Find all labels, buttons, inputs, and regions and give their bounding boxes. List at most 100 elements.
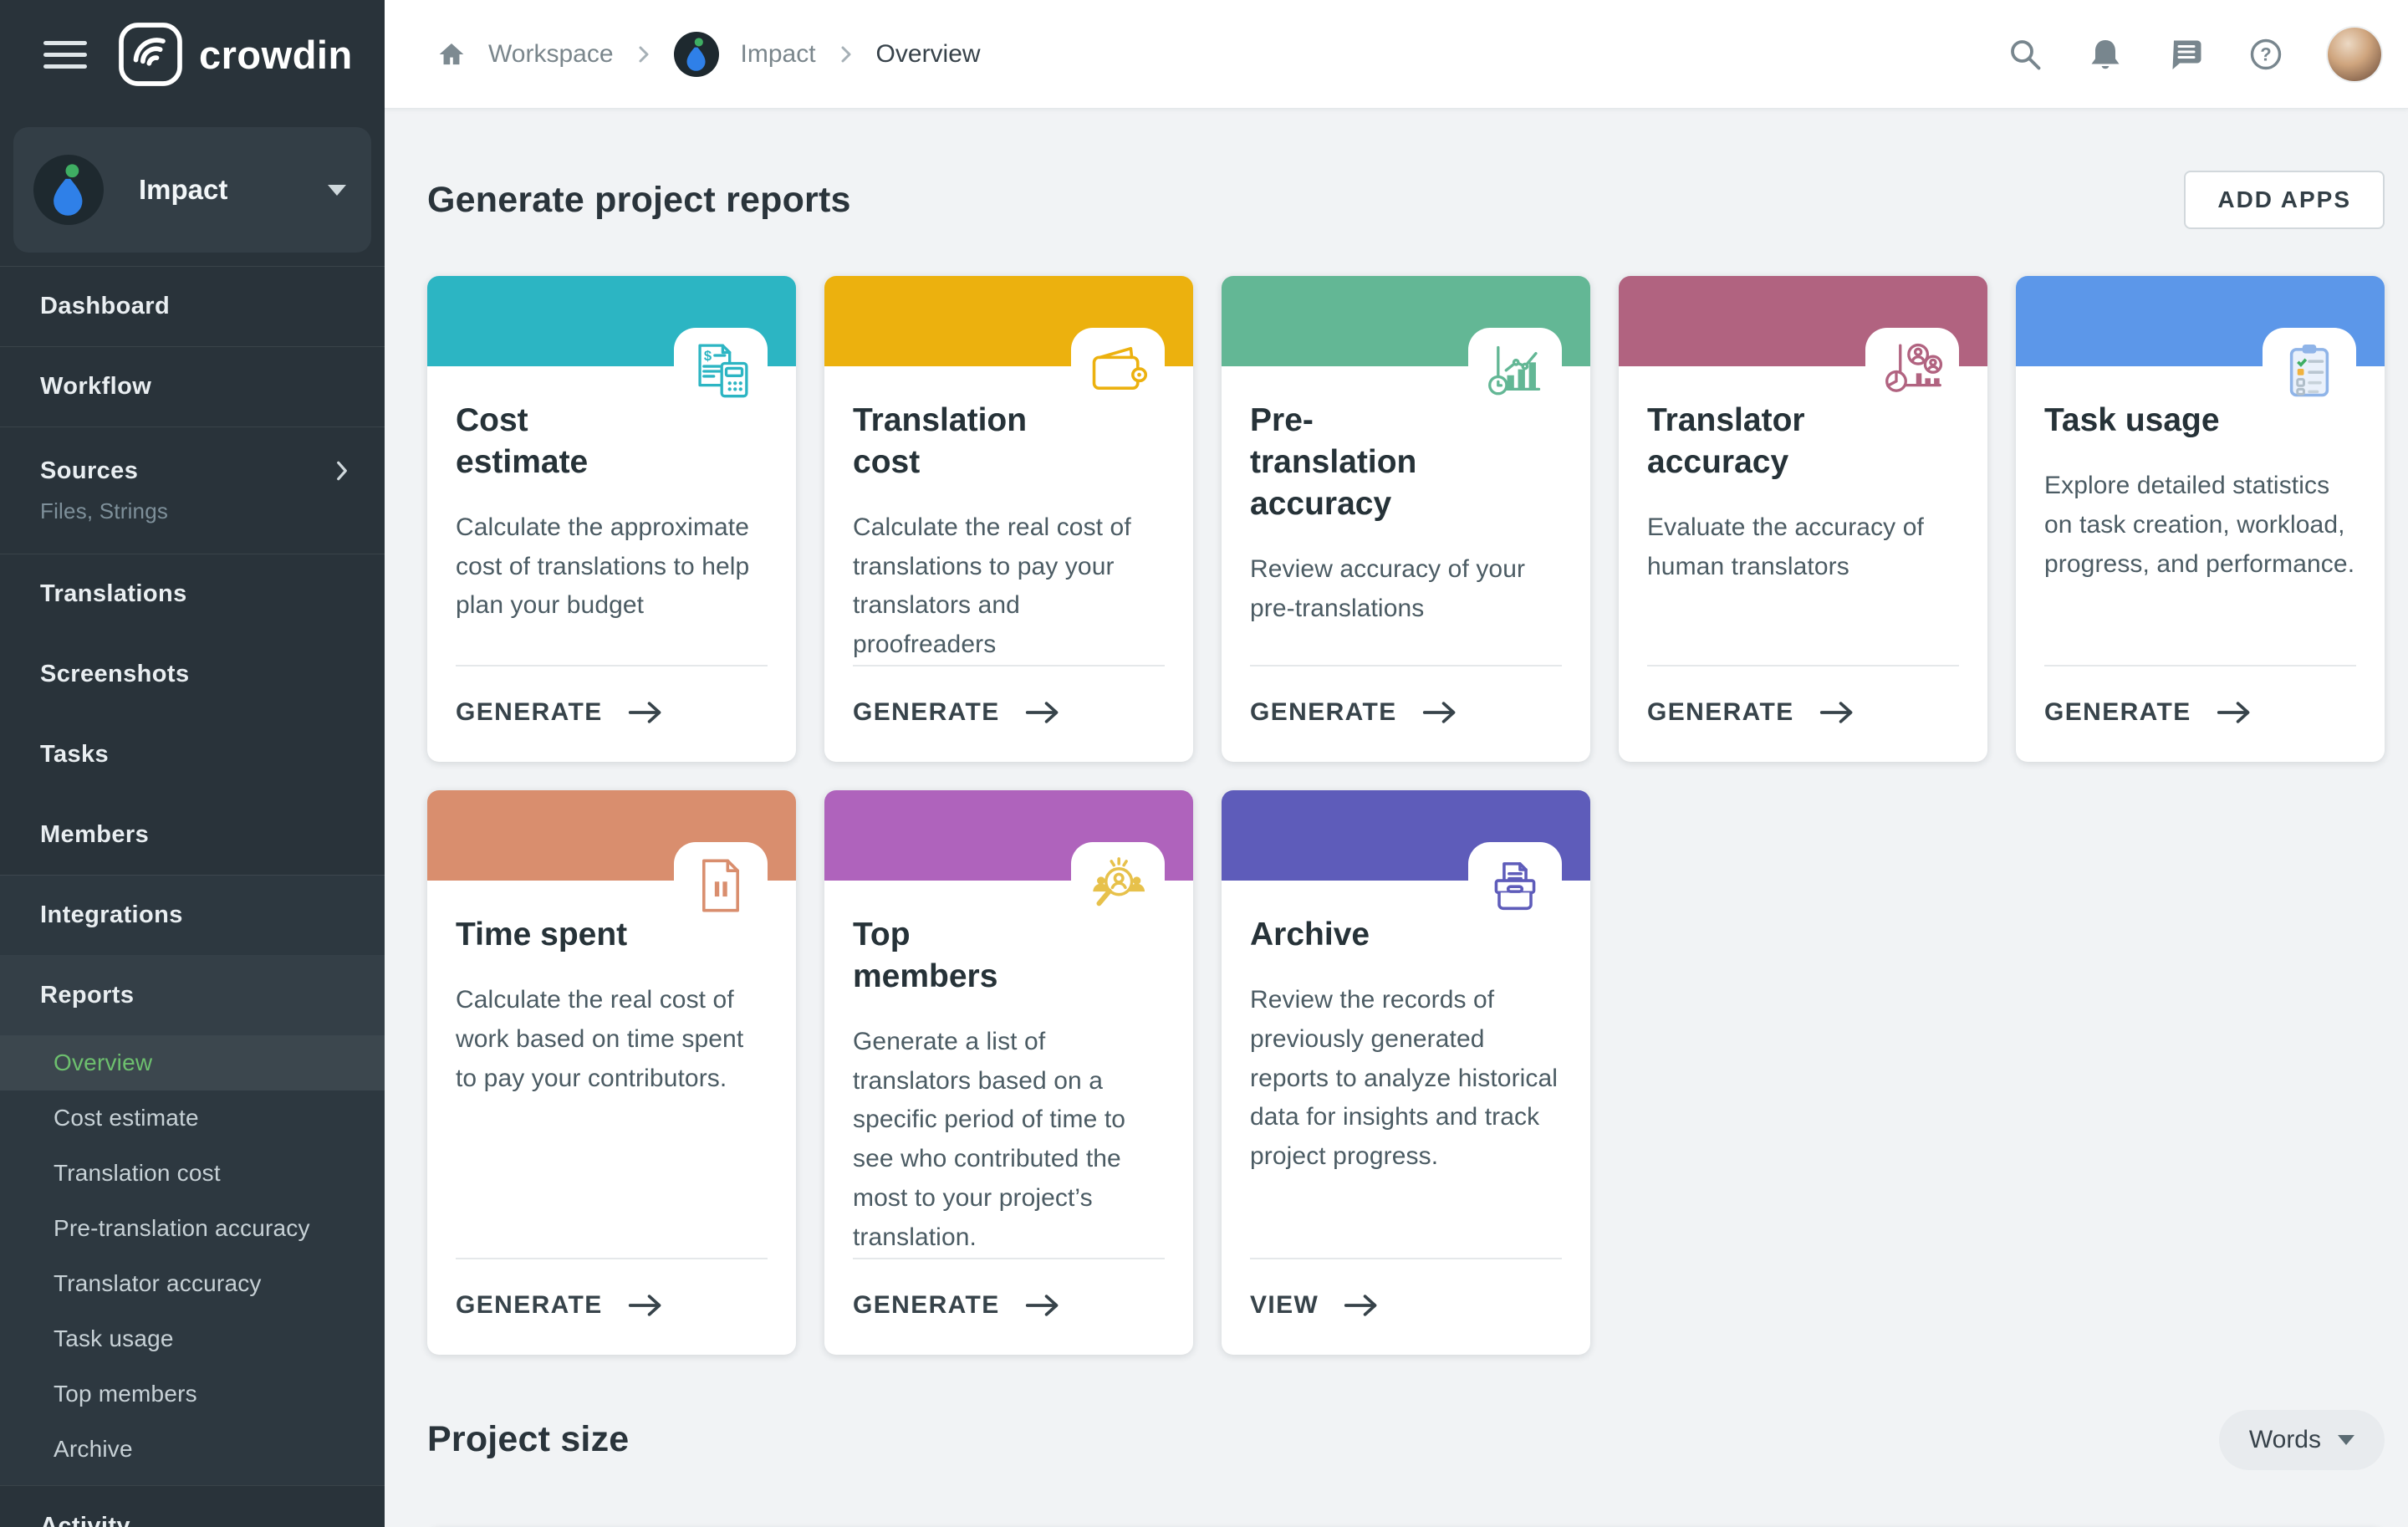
arrow-right-icon [1023, 699, 1062, 726]
card-title: Translator accuracy [1647, 400, 1858, 483]
notifications-bell-icon[interactable] [2087, 36, 2124, 73]
hamburger-menu-icon[interactable] [43, 33, 87, 76]
submenu-item-overview[interactable]: Overview [0, 1035, 385, 1090]
submenu-item-label: Top members [54, 1381, 197, 1407]
project-selector[interactable]: Impact [13, 127, 371, 253]
generate-button[interactable]: GENERATE [1647, 698, 1856, 727]
sidebar-item-label: Activity [40, 1513, 130, 1527]
people-stats-icon [1865, 328, 1959, 426]
chart-clock-icon [1468, 328, 1562, 426]
generate-button[interactable]: GENERATE [456, 1291, 665, 1320]
breadcrumb-project[interactable]: Impact [741, 40, 816, 69]
submenu-item-archive[interactable]: Archive [0, 1422, 385, 1477]
archive-box-icon [1468, 842, 1562, 941]
sidebar-item-label: Tasks [40, 741, 109, 769]
submenu-item-label: Task usage [54, 1325, 174, 1352]
sidebar-item-dashboard[interactable]: Dashboard [0, 266, 385, 346]
search-icon[interactable] [2007, 36, 2043, 73]
card-divider [1647, 665, 1959, 666]
report-card-cost-estimate: $ Cost estimate Calculate the approximat… [427, 276, 796, 762]
wallet-icon [1071, 328, 1165, 426]
card-title: Top members [853, 914, 1064, 998]
sidebar-header: crowdin [0, 0, 385, 109]
breadcrumb-project-avatar[interactable] [674, 32, 719, 77]
sidebar-item-tasks[interactable]: Tasks [0, 714, 385, 794]
user-avatar[interactable] [2328, 28, 2381, 81]
project-size-title: Project size [427, 1419, 629, 1460]
messages-icon[interactable] [2167, 36, 2204, 73]
sidebar-nav: DashboardWorkflowSources Files, Strings T… [0, 266, 385, 1527]
view-button[interactable]: VIEW [1250, 1291, 1380, 1320]
crowdin-logo-icon [117, 21, 184, 88]
content: Generate project reports ADD APPS $ Cost… [385, 109, 2408, 1527]
generate-button[interactable]: GENERATE [853, 698, 1062, 727]
card-description: Review the records of previously generat… [1250, 981, 1562, 1177]
card-action-label: GENERATE [456, 698, 603, 727]
generate-button[interactable]: GENERATE [1250, 698, 1459, 727]
report-card-pre-translation-accuracy: Pre-translation accuracy Review accuracy… [1222, 276, 1590, 762]
generate-button[interactable]: GENERATE [853, 1291, 1062, 1320]
card-divider [853, 665, 1165, 666]
breadcrumb-current-page: Overview [876, 40, 981, 69]
breadcrumb: Workspace Impact Overview [436, 32, 981, 77]
card-action-label: GENERATE [853, 698, 1000, 727]
submenu-item-task-usage[interactable]: Task usage [0, 1311, 385, 1366]
sidebar-item-activity[interactable]: Activity [0, 1485, 385, 1527]
submenu-item-translator-accuracy[interactable]: Translator accuracy [0, 1256, 385, 1311]
card-divider [2044, 665, 2356, 666]
clipboard-checklist-icon [2263, 328, 2356, 426]
submenu-item-label: Translator accuracy [54, 1270, 262, 1297]
people-search-icon [1071, 842, 1165, 941]
chevron-right-icon [333, 458, 351, 483]
sidebar-item-members[interactable]: Members [0, 794, 385, 875]
arrow-right-icon [1421, 699, 1459, 726]
help-icon[interactable]: ? [2247, 36, 2284, 73]
crowdin-logo[interactable]: crowdin [117, 21, 353, 88]
submenu-item-label: Archive [54, 1436, 133, 1463]
unit-selector-dropdown[interactable]: Words [2219, 1410, 2385, 1470]
chevron-right-icon [838, 43, 855, 66]
sidebar-item-label: Translations [40, 580, 187, 608]
invoice-calculator-icon: $ [674, 328, 768, 426]
submenu-item-cost-estimate[interactable]: Cost estimate [0, 1090, 385, 1146]
project-name: Impact [139, 174, 328, 206]
arrow-right-icon [2215, 699, 2253, 726]
sidebar-item-label: Sources [40, 457, 138, 485]
card-divider [456, 1258, 768, 1259]
reports-submenu: OverviewCost estimateTranslation cost Pre… [0, 1035, 385, 1485]
card-description: Explore detailed statistics on task crea… [2044, 467, 2356, 584]
sidebar-item-sources[interactable]: Sources Files, Strings [0, 426, 385, 554]
card-color-header [2016, 276, 2385, 366]
sidebar-item-screenshots[interactable]: Screenshots [0, 634, 385, 714]
home-icon[interactable] [436, 39, 467, 69]
topbar: Workspace Impact Overview [385, 0, 2408, 109]
topbar-actions: ? [2007, 28, 2381, 81]
sidebar-item-reports[interactable]: Reports [0, 955, 385, 1035]
card-title: Archive [1250, 914, 1461, 956]
sidebar-item-workflow[interactable]: Workflow [0, 346, 385, 426]
card-divider [853, 1258, 1165, 1259]
report-card-time-spent: Time spent Calculate the real cost of wo… [427, 790, 796, 1355]
generate-button[interactable]: GENERATE [2044, 698, 2253, 727]
submenu-item-pre-translation-accuracy[interactable]: Pre-translation accuracy [0, 1201, 385, 1256]
page-title: Generate project reports [427, 180, 851, 221]
submenu-item-label: Pre-translation accuracy [54, 1215, 310, 1242]
arrow-right-icon [1342, 1292, 1380, 1319]
submenu-item-top-members[interactable]: Top members [0, 1366, 385, 1422]
sidebar-item-translations[interactable]: Translations [0, 554, 385, 634]
submenu-item-translation-cost[interactable]: Translation cost [0, 1146, 385, 1201]
svg-text:?: ? [2260, 43, 2271, 64]
document-pause-icon [674, 842, 768, 941]
report-card-top-members: Top members Generate a list of translato… [824, 790, 1193, 1355]
breadcrumb-workspace[interactable]: Workspace [488, 40, 614, 69]
report-card-task-usage: Task usage Explore detailed statistics o… [2016, 276, 2385, 762]
add-apps-button[interactable]: ADD APPS [2184, 171, 2385, 229]
card-action-label: GENERATE [456, 1291, 603, 1320]
card-description: Calculate the real cost of translations … [853, 508, 1165, 665]
generate-button[interactable]: GENERATE [456, 698, 665, 727]
sidebar-item-integrations[interactable]: Integrations [0, 875, 385, 955]
card-description: Review accuracy of your pre-translations [1250, 550, 1562, 629]
report-card-archive: Archive Review the records of previously… [1222, 790, 1590, 1355]
card-body: Top members Generate a list of translato… [824, 881, 1193, 1355]
card-color-header [427, 790, 796, 881]
